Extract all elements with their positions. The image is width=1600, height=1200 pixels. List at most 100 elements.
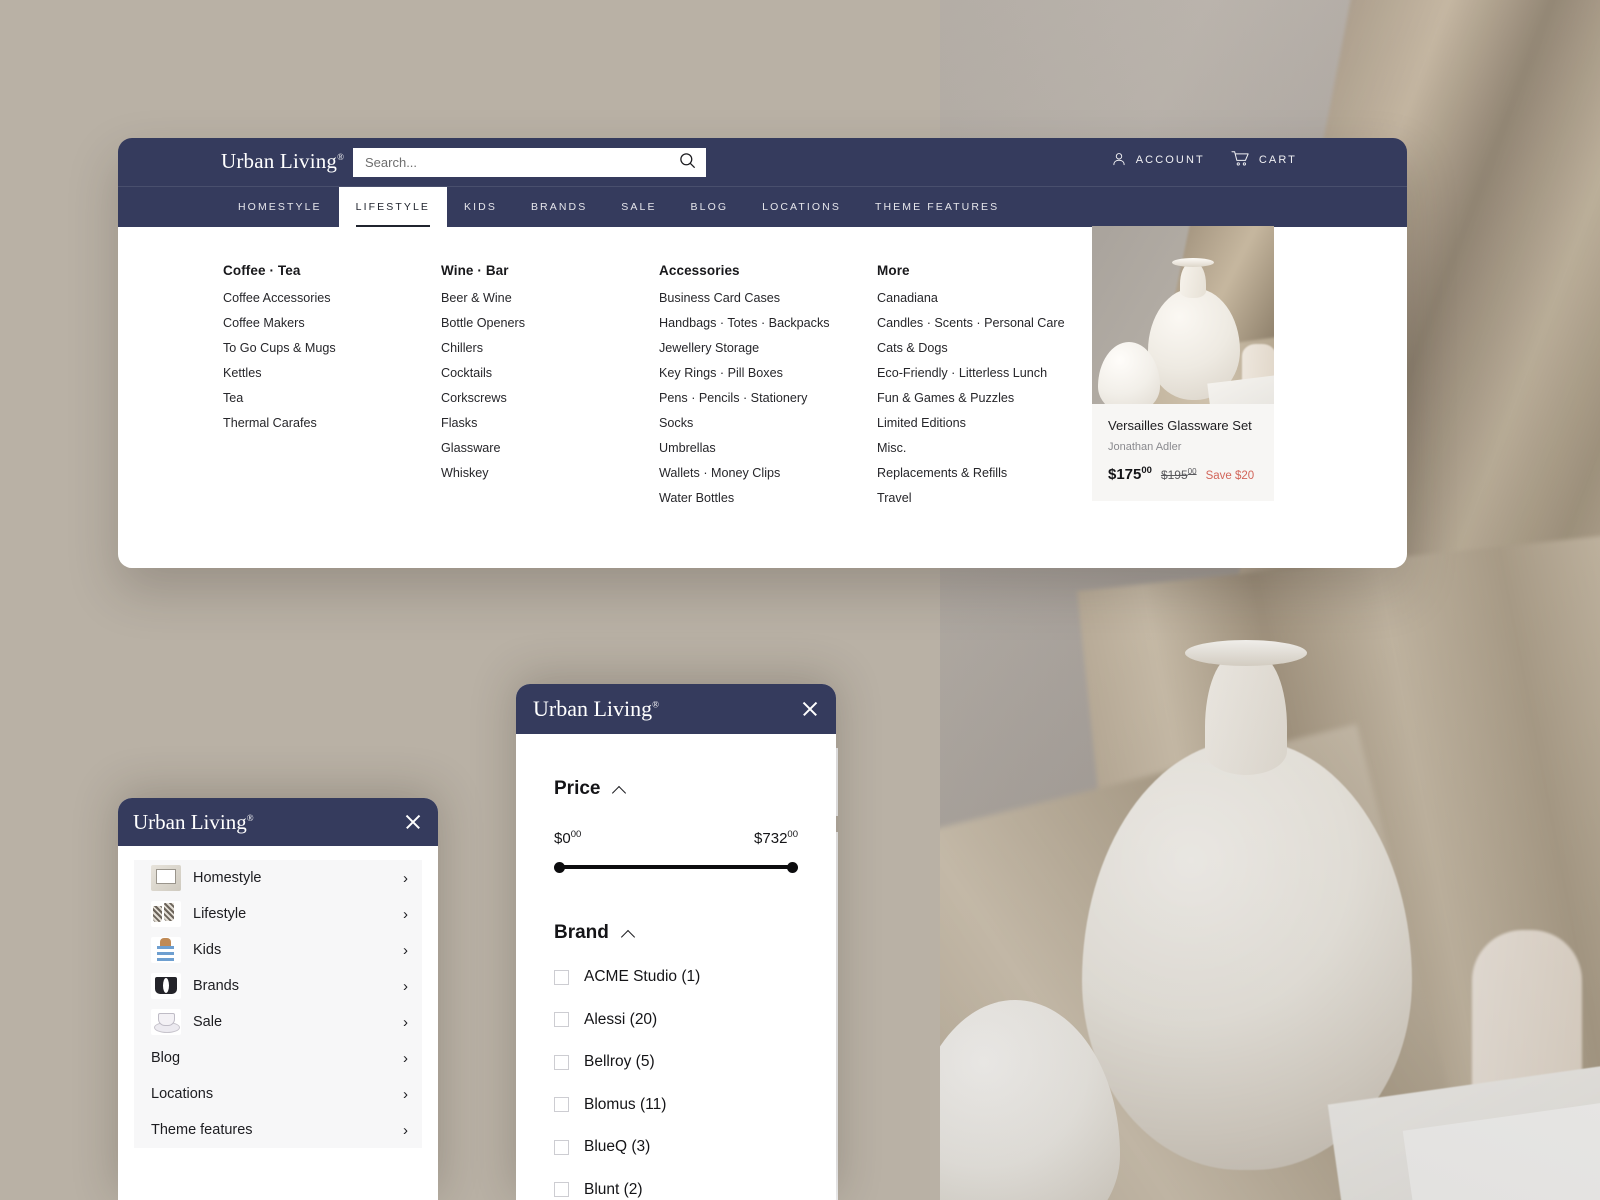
brand-option-blunt[interactable]: Blunt (2) — [554, 1181, 798, 1199]
chevron-up-icon[interactable] — [613, 783, 626, 796]
mega-link[interactable]: Glassware — [441, 441, 659, 455]
mobile-menu-list: Homestyle › Lifestyle › Kids › Brands › … — [118, 846, 438, 1148]
mega-link[interactable]: Coffee Makers — [223, 316, 441, 330]
mobile-menu-item-label: Locations — [151, 1086, 214, 1102]
mobile-menu-item-label: Blog — [151, 1050, 181, 1066]
checkbox[interactable] — [554, 1139, 569, 1155]
close-icon[interactable] — [801, 700, 819, 718]
mega-column-coffee-tea: Coffee · Tea Coffee Accessories Coffee M… — [223, 263, 441, 516]
mega-column-wine-bar: Wine · Bar Beer & Wine Bottle Openers Ch… — [441, 263, 659, 516]
mega-link[interactable]: To Go Cups & Mugs — [223, 341, 441, 355]
filter-drawer-header: Urban Living® — [516, 684, 836, 734]
mega-link[interactable]: Chillers — [441, 341, 659, 355]
mega-link[interactable]: Fun & Games & Puzzles — [877, 391, 1095, 405]
mega-link[interactable]: Jewellery Storage — [659, 341, 877, 355]
mobile-menu-logo[interactable]: Urban Living® — [133, 810, 254, 835]
mega-link[interactable]: Misc. — [877, 441, 1095, 455]
mega-link[interactable]: Business Card Cases — [659, 291, 877, 305]
nav-tab-brands[interactable]: BRANDS — [514, 187, 604, 227]
mega-link[interactable]: Candles · Scents · Personal Care — [877, 316, 1095, 330]
nav-tab-kids[interactable]: KIDS — [447, 187, 514, 227]
mega-link[interactable]: Coffee Accessories — [223, 291, 441, 305]
chevron-right-icon: › — [403, 1013, 408, 1031]
kids-thumb-icon — [151, 937, 181, 963]
brand-option-alessi[interactable]: Alessi (20) — [554, 1011, 798, 1029]
cart-button[interactable]: CART — [1231, 150, 1297, 170]
mega-link[interactable]: Whiskey — [441, 466, 659, 480]
trademark-mark: ® — [337, 152, 345, 162]
brand-option-blomus[interactable]: Blomus (11) — [554, 1096, 798, 1114]
mega-link[interactable]: Beer & Wine — [441, 291, 659, 305]
account-button[interactable]: ACCOUNT — [1111, 151, 1205, 170]
mega-link[interactable]: Flasks — [441, 416, 659, 430]
mobile-menu-category-group: Homestyle › Lifestyle › Kids › Brands › … — [134, 860, 422, 1148]
brand-option-acme-studio[interactable]: ACME Studio (1) — [554, 968, 798, 986]
filter-drawer-logo[interactable]: Urban Living® — [533, 696, 659, 722]
search-icon[interactable] — [679, 152, 696, 174]
mobile-menu-item-kids[interactable]: Kids › — [134, 932, 422, 968]
mobile-menu-item-theme-features[interactable]: Theme features › — [134, 1112, 422, 1148]
price-range-labels: $000 $73200 — [554, 829, 798, 847]
nav-tab-theme-features[interactable]: THEME FEATURES — [858, 187, 1016, 227]
checkbox[interactable] — [554, 1054, 569, 1070]
mega-link[interactable]: Eco-Friendly · Litterless Lunch — [877, 366, 1095, 380]
nav-tab-homestyle[interactable]: HOMESTYLE — [221, 187, 339, 227]
nav-tab-locations[interactable]: LOCATIONS — [745, 187, 858, 227]
mobile-menu-item-sale[interactable]: Sale › — [134, 1004, 422, 1040]
promo-product-card[interactable]: Versailles Glassware Set Jonathan Adler … — [1092, 226, 1274, 501]
mobile-menu-item-locations[interactable]: Locations › — [134, 1076, 422, 1112]
filter-drawer-body: Price $000 $73200 Brand ACME Studio (1) — [516, 734, 836, 1199]
mega-link[interactable]: Handbags · Totes · Backpacks — [659, 316, 877, 330]
checkbox[interactable] — [554, 1012, 569, 1027]
search-bar[interactable] — [353, 148, 706, 177]
price-filter-header[interactable]: Price — [554, 778, 798, 800]
price-range-slider[interactable] — [554, 862, 798, 873]
brand-option-blueq[interactable]: BlueQ (3) — [554, 1138, 798, 1156]
mega-link[interactable]: Replacements & Refills — [877, 466, 1095, 480]
promo-current-price: $17500 — [1108, 465, 1152, 483]
nav-tab-blog[interactable]: BLOG — [674, 187, 746, 227]
mega-link[interactable]: Canadiana — [877, 291, 1095, 305]
mega-link[interactable]: Tea — [223, 391, 441, 405]
checkbox[interactable] — [554, 1182, 569, 1197]
mega-link[interactable]: Pens · Pencils · Stationery — [659, 391, 877, 405]
mega-link[interactable]: Cocktails — [441, 366, 659, 380]
price-slider-min-handle[interactable] — [554, 862, 565, 873]
mega-column-title: Coffee · Tea — [223, 263, 301, 278]
mobile-menu-item-homestyle[interactable]: Homestyle › — [134, 860, 422, 896]
mobile-menu-item-label: Theme features — [151, 1122, 253, 1138]
close-icon[interactable] — [404, 813, 422, 831]
mega-link[interactable]: Cats & Dogs — [877, 341, 1095, 355]
brand-filter-header[interactable]: Brand — [554, 922, 798, 944]
mobile-menu-item-blog[interactable]: Blog › — [134, 1040, 422, 1076]
mega-link[interactable]: Kettles — [223, 366, 441, 380]
mega-link[interactable]: Travel — [877, 491, 1095, 505]
mega-link[interactable]: Thermal Carafes — [223, 416, 441, 430]
nav-tab-lifestyle[interactable]: LIFESTYLE — [338, 187, 448, 227]
mobile-menu-item-label: Homestyle — [193, 870, 262, 886]
mega-link[interactable]: Corkscrews — [441, 391, 659, 405]
checkbox[interactable] — [554, 1097, 569, 1112]
mega-link[interactable]: Limited Editions — [877, 416, 1095, 430]
mega-link[interactable]: Socks — [659, 416, 877, 430]
sale-thumb-icon — [151, 1009, 181, 1035]
mega-link[interactable]: Bottle Openers — [441, 316, 659, 330]
chevron-right-icon: › — [403, 905, 408, 923]
price-max-label: $73200 — [754, 829, 798, 847]
mega-link[interactable]: Umbrellas — [659, 441, 877, 455]
mobile-menu-item-brands[interactable]: Brands › — [134, 968, 422, 1004]
promo-product-title[interactable]: Versailles Glassware Set — [1108, 418, 1258, 433]
checkbox[interactable] — [554, 969, 569, 985]
chevron-up-icon[interactable] — [622, 927, 635, 940]
mega-link[interactable]: Water Bottles — [659, 491, 877, 505]
mega-link[interactable]: Key Rings · Pill Boxes — [659, 366, 877, 380]
search-input[interactable] — [365, 155, 679, 170]
brand-option-bellroy[interactable]: Bellroy (5) — [554, 1053, 798, 1071]
nav-tab-sale[interactable]: SALE — [604, 187, 673, 227]
price-slider-max-handle[interactable] — [787, 862, 798, 873]
mobile-menu-item-lifestyle[interactable]: Lifestyle › — [134, 896, 422, 932]
mega-menu-panel: Coffee · Tea Coffee Accessories Coffee M… — [118, 226, 1407, 568]
cart-icon — [1231, 150, 1250, 170]
mega-link[interactable]: Wallets · Money Clips — [659, 466, 877, 480]
site-logo[interactable]: Urban Living® — [221, 149, 344, 174]
